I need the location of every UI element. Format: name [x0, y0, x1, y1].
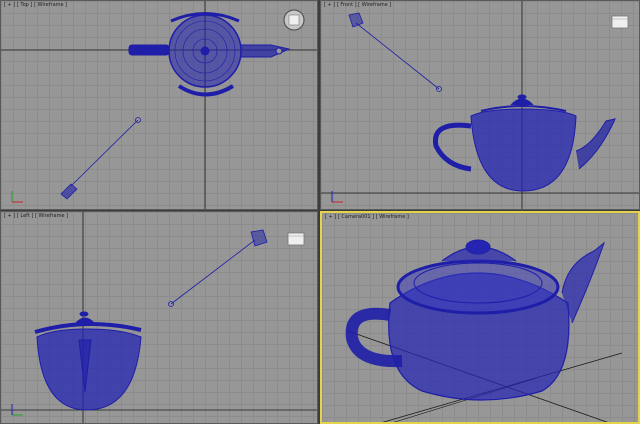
teapot-left-wireframe	[34, 311, 142, 411]
teapot-top-wireframe	[128, 12, 291, 97]
viewcube-icon[interactable]	[609, 11, 631, 33]
camera-scene	[345, 239, 623, 422]
viewport-label[interactable]: [ + ] [ Top ] [ Wireframe ]	[4, 2, 67, 8]
teapot-camera-wireframe	[345, 239, 606, 401]
axis-tripod-icon	[331, 191, 343, 203]
viewport-top[interactable]: [ + ] [ Top ] [ Wireframe ]	[0, 0, 318, 210]
camera-icon	[60, 117, 141, 200]
viewport-label[interactable]: [ + ] [ Front ] [ Wireframe ]	[324, 2, 391, 8]
teapot-front-wireframe	[432, 94, 616, 192]
viewport-left[interactable]: [ + ] [ Left ] [ Wireframe ]	[0, 211, 318, 424]
viewport-label[interactable]: [ + ] [ Camera001 ] [ Wireframe ]	[325, 214, 409, 220]
front-scene	[321, 1, 639, 209]
top-scene	[1, 1, 317, 209]
viewcube-icon[interactable]	[283, 9, 305, 31]
axis-tripod-icon	[11, 404, 23, 416]
viewport-camera[interactable]: [ + ] [ Camera001 ] [ Wireframe ]	[320, 211, 640, 424]
camera-icon	[348, 12, 442, 92]
left-scene	[1, 212, 317, 423]
viewport-label[interactable]: [ + ] [ Left ] [ Wireframe ]	[4, 213, 68, 219]
axis-tripod-icon	[11, 191, 23, 203]
viewport-front[interactable]: [ + ] [ Front ] [ Wireframe ]	[320, 0, 640, 210]
camera-icon	[168, 229, 268, 307]
viewcube-icon[interactable]	[285, 228, 307, 250]
